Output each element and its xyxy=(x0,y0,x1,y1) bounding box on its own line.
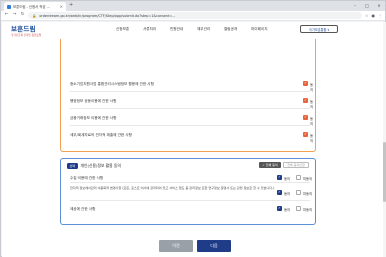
nav-item[interactable]: 서류처리 xyxy=(143,27,163,32)
agree-label: 동의 xyxy=(284,191,291,196)
disagree-checkbox[interactable] xyxy=(296,175,301,180)
optional-description: 전자적 정보에서관리 이용목적 변경사항 (모든, 포스트·이사에 관리되어 있… xyxy=(70,186,275,190)
menu-icon[interactable]: ⋮ xyxy=(378,13,382,18)
nav-item[interactable]: 열람공개 xyxy=(224,27,244,32)
optional-header: 선택 개인(신용)정보 활용 동의 xyxy=(67,163,121,169)
maximize-button[interactable]: □ xyxy=(361,1,373,10)
main-nav: 신청보훈 서류처리 민원안내 재무관리 열람공개 마이페이지 xyxy=(116,27,278,32)
agree-label: 동의 xyxy=(284,176,291,181)
disagree-all-button[interactable]: 전체 동의안함 xyxy=(283,162,309,168)
disagree-label: 미동의 xyxy=(303,207,313,212)
reload-button[interactable]: ↻ xyxy=(20,13,25,18)
tab-strip: 보훈드림 - 신청서 작성 ... × + – □ × xyxy=(1,1,385,11)
page-content: 보훈드림 국가보훈처 온라인 통합포털 신청보훈 서류처리 민원안내 재무관리 … xyxy=(2,22,386,257)
consent-label: 행정정보 공동이용에 관한 사항 xyxy=(70,99,117,103)
star-icon[interactable]: ☆ xyxy=(365,13,369,18)
optional-label: 수집·이용에 관한 사항 xyxy=(70,176,104,180)
address-bar[interactable]: 🔒 orderdream.go.kr/web/kr/program/CTF/St… xyxy=(28,12,362,19)
tab-close-icon[interactable]: × xyxy=(60,4,63,9)
consent-label: 중소기업지원사업 통합관리시스템정보 활용에 관한 사항 xyxy=(70,82,154,86)
consent-row: 행정정보 공동이용에 관한 사항 ✓ 동의 xyxy=(70,94,314,109)
agree-checkbox[interactable]: ✓ xyxy=(303,132,308,137)
profile-icon[interactable]: ● xyxy=(372,13,376,18)
agree-label: 동의 xyxy=(284,207,291,212)
url-text[interactable]: orderdream.go.kr/web/kr/program/CTF/Step… xyxy=(39,14,175,18)
minimize-button[interactable]: – xyxy=(349,1,361,10)
agree-checkbox[interactable]: ✓ xyxy=(277,206,282,211)
consent-label: 세무/회계자료의 전자적 제출에 관한 사항 xyxy=(70,133,132,137)
close-window-button[interactable]: × xyxy=(373,1,385,10)
agree-label: 동의 xyxy=(310,134,314,143)
disagree-label: 미동의 xyxy=(303,176,313,181)
optional-consent-box: 선택 개인(신용)정보 활용 동의 ✓ 전체 동의 전체 동의안함 수집·이용에… xyxy=(60,158,316,225)
optional-row: 전자적 정보에서관리 이용목적 변경사항 (모든, 포스트·이사에 관리되어 있… xyxy=(70,184,313,201)
toolbar-actions: ☆ ● ⋮ xyxy=(365,13,382,18)
next-button[interactable]: 다음 xyxy=(197,240,231,252)
consent-row: 세무/회계자료의 전자적 제출에 관한 사항 ✓ 동의 xyxy=(70,128,314,143)
optional-row: 제공에 관한 사항 ✓ 동의 미동의 xyxy=(70,202,313,215)
consent-row: 중소기업지원사업 통합관리시스템정보 활용에 관한 사항 ✓ 동의 xyxy=(70,77,314,92)
tab-title: 보훈드림 - 신청서 작성 ... xyxy=(13,5,50,9)
optional-title: 개인(신용)정보 활용 동의 xyxy=(80,163,121,168)
site-select-button[interactable]: 국가보훈통합 ▾ xyxy=(300,25,338,33)
agree-checkbox[interactable]: ✓ xyxy=(303,81,308,86)
browser-tab[interactable]: 보훈드림 - 신청서 작성 ... × xyxy=(4,2,66,11)
agree-checkbox[interactable]: ✓ xyxy=(277,190,282,195)
browser-window: 보훈드림 - 신청서 작성 ... × + – □ × ← → ↻ 🔒 orde… xyxy=(0,0,386,257)
logo-text: 보훈드림 xyxy=(11,24,36,33)
optional-label: 제공에 관한 사항 xyxy=(70,207,96,211)
agree-label: 동의 xyxy=(310,117,314,126)
optional-row: 수집·이용에 관한 사항 ✓ 동의 미동의 xyxy=(70,172,313,183)
optional-badge: 선택 xyxy=(67,163,78,169)
prev-button[interactable]: 이전 xyxy=(159,240,193,252)
favicon-icon xyxy=(7,4,11,9)
forward-button[interactable]: → xyxy=(12,13,17,18)
required-consent-box: 중소기업지원사업 통합관리시스템정보 활용에 관한 사항 ✓ 동의 행정정보 공… xyxy=(60,39,316,152)
agree-checkbox[interactable]: ✓ xyxy=(277,175,282,180)
browser-toolbar: ← → ↻ 🔒 orderdream.go.kr/web/kr/program/… xyxy=(1,11,385,21)
disagree-checkbox[interactable] xyxy=(296,190,301,195)
lock-icon: 🔒 xyxy=(32,13,37,18)
nav-item[interactable]: 마이페이지 xyxy=(251,27,271,32)
new-tab-button[interactable]: + xyxy=(69,3,73,8)
agree-checkbox[interactable]: ✓ xyxy=(303,115,308,120)
disagree-checkbox[interactable] xyxy=(296,206,301,211)
window-controls: – □ × xyxy=(349,1,385,10)
agree-all-button[interactable]: ✓ 전체 동의 xyxy=(259,162,281,168)
agree-label: 동의 xyxy=(310,100,314,109)
disagree-label: 미동의 xyxy=(303,191,313,196)
agree-label: 동의 xyxy=(310,83,314,92)
site-logo[interactable]: 보훈드림 국가보훈처 온라인 통합포털 xyxy=(11,23,41,37)
site-header: 보훈드림 국가보훈처 온라인 통합포털 신청보훈 서류처리 민원안내 재무관리 … xyxy=(2,22,386,37)
nav-item[interactable]: 재무관리 xyxy=(197,27,217,32)
logo-subtext: 국가보훈처 온라인 통합포털 xyxy=(11,33,42,37)
nav-item[interactable]: 신청보훈 xyxy=(116,27,136,32)
consent-row: 금융거래정보 이용에 관한 사항 ✓ 동의 xyxy=(70,111,314,126)
back-button[interactable]: ← xyxy=(4,13,9,18)
nav-item[interactable]: 민원안내 xyxy=(170,27,190,32)
agree-checkbox[interactable]: ✓ xyxy=(303,98,308,103)
consent-label: 금융거래정보 이용에 관한 사항 xyxy=(70,116,117,120)
